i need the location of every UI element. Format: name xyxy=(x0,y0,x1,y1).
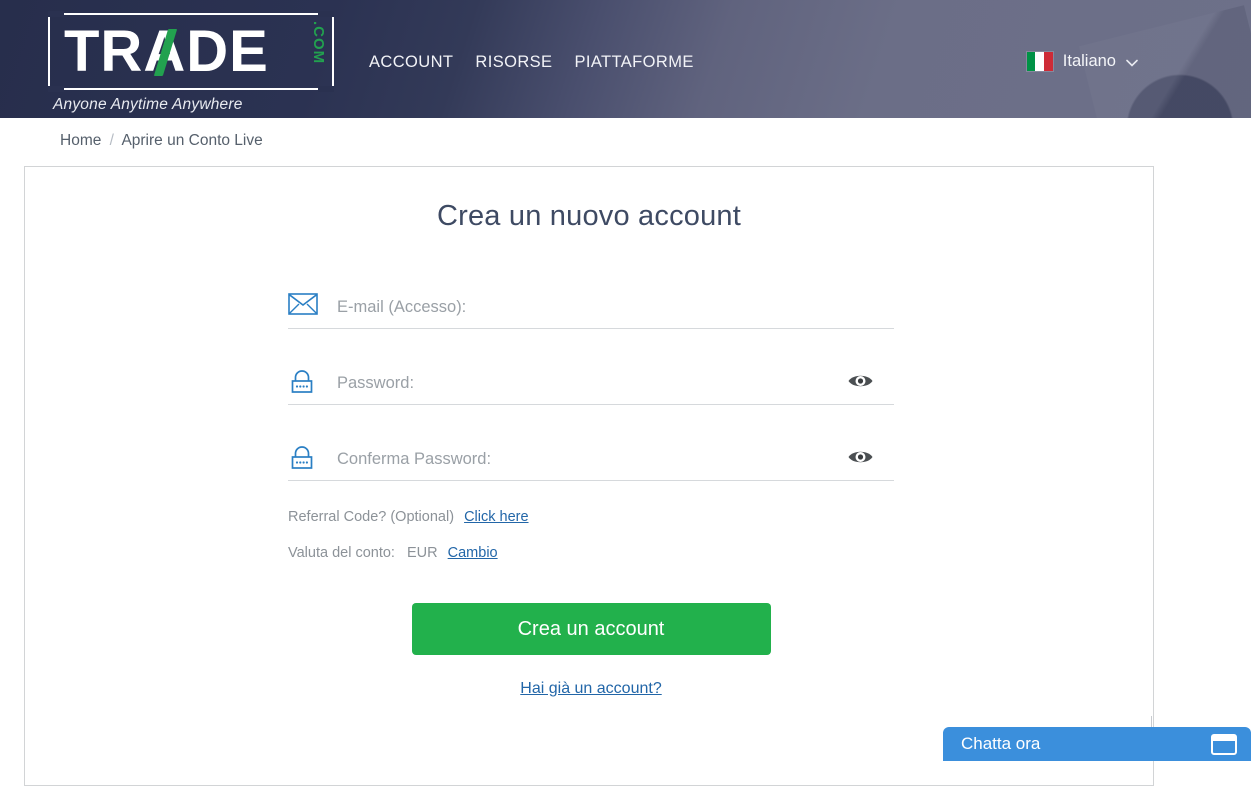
breadcrumb-separator: / xyxy=(109,132,114,149)
chat-label: Chatta ora xyxy=(961,734,1041,753)
lock-icon xyxy=(288,445,316,478)
logo-notch xyxy=(48,11,64,17)
logo-notch xyxy=(318,86,334,92)
confirm-password-visibility-toggle[interactable] xyxy=(847,447,874,472)
language-label: Italiano xyxy=(1062,52,1116,70)
logo-dotcom: .COM xyxy=(310,21,327,65)
logo-notch xyxy=(318,11,334,17)
change-currency-link[interactable]: Cambio xyxy=(448,545,498,561)
field-underline xyxy=(288,328,894,329)
page-title: Crea un nuovo account xyxy=(436,200,742,232)
language-selector[interactable]: Italiano xyxy=(1026,52,1138,71)
lock-icon xyxy=(288,369,316,402)
signup-card: Crea un nuovo account E-mail (Accesso): xyxy=(24,166,1154,786)
existing-account-link[interactable]: Hai già un account? xyxy=(288,680,894,698)
confirm-password-placeholder: Conferma Password: xyxy=(337,450,492,468)
logo-tagline: Anyone Anytime Anywhere xyxy=(53,96,243,113)
envelope-icon xyxy=(288,293,318,320)
logo-notch xyxy=(48,86,64,92)
password-placeholder: Password: xyxy=(337,374,415,392)
site-header: TRADE .COM Anyone Anytime Anywhere ACCOU… xyxy=(0,0,1251,118)
email-placeholder: E-mail (Accesso): xyxy=(337,298,467,316)
email-field[interactable]: E-mail (Accesso): xyxy=(288,289,894,329)
nav-item-risorse[interactable]: RISORSE xyxy=(475,53,552,72)
referral-link[interactable]: Click here xyxy=(464,509,528,525)
field-underline xyxy=(288,404,894,405)
breadcrumb-home[interactable]: Home xyxy=(60,132,101,149)
breadcrumb: Home / Aprire un Conto Live xyxy=(60,132,263,150)
chevron-down-icon xyxy=(1126,56,1138,69)
nav-item-account[interactable]: ACCOUNT xyxy=(369,53,453,72)
create-account-button[interactable]: Crea un account xyxy=(411,603,771,655)
referral-label: Referral Code? (Optional) xyxy=(288,509,455,525)
nav-item-piattaforme[interactable]: PIATTAFORME xyxy=(574,53,693,72)
logo-frame: TRADE .COM xyxy=(48,11,334,92)
window-icon[interactable] xyxy=(1211,733,1237,755)
brand-logo[interactable]: TRADE .COM Anyone Anytime Anywhere xyxy=(48,11,338,114)
currency-value: EUR xyxy=(406,545,438,561)
signup-form: E-mail (Accesso): Password: Conferma Pas… xyxy=(288,289,894,698)
chat-widget[interactable]: Chatta ora xyxy=(943,727,1251,761)
form-meta: Referral Code? (Optional) Click here Val… xyxy=(288,509,894,561)
password-visibility-toggle[interactable] xyxy=(847,371,874,396)
main-nav: ACCOUNT RISORSE PIATTAFORME xyxy=(369,53,694,72)
currency-label: Valuta del conto: xyxy=(288,545,395,561)
referral-row: Referral Code? (Optional) Click here xyxy=(288,509,894,525)
breadcrumb-current: Aprire un Conto Live xyxy=(121,132,263,149)
field-underline xyxy=(288,480,894,481)
confirm-password-field[interactable]: Conferma Password: xyxy=(288,441,894,481)
password-field[interactable]: Password: xyxy=(288,365,894,405)
italy-flag-icon xyxy=(1026,52,1053,71)
currency-row: Valuta del conto: EUR Cambio xyxy=(288,545,894,561)
submit-area: Crea un account Hai già un account? xyxy=(288,603,894,698)
